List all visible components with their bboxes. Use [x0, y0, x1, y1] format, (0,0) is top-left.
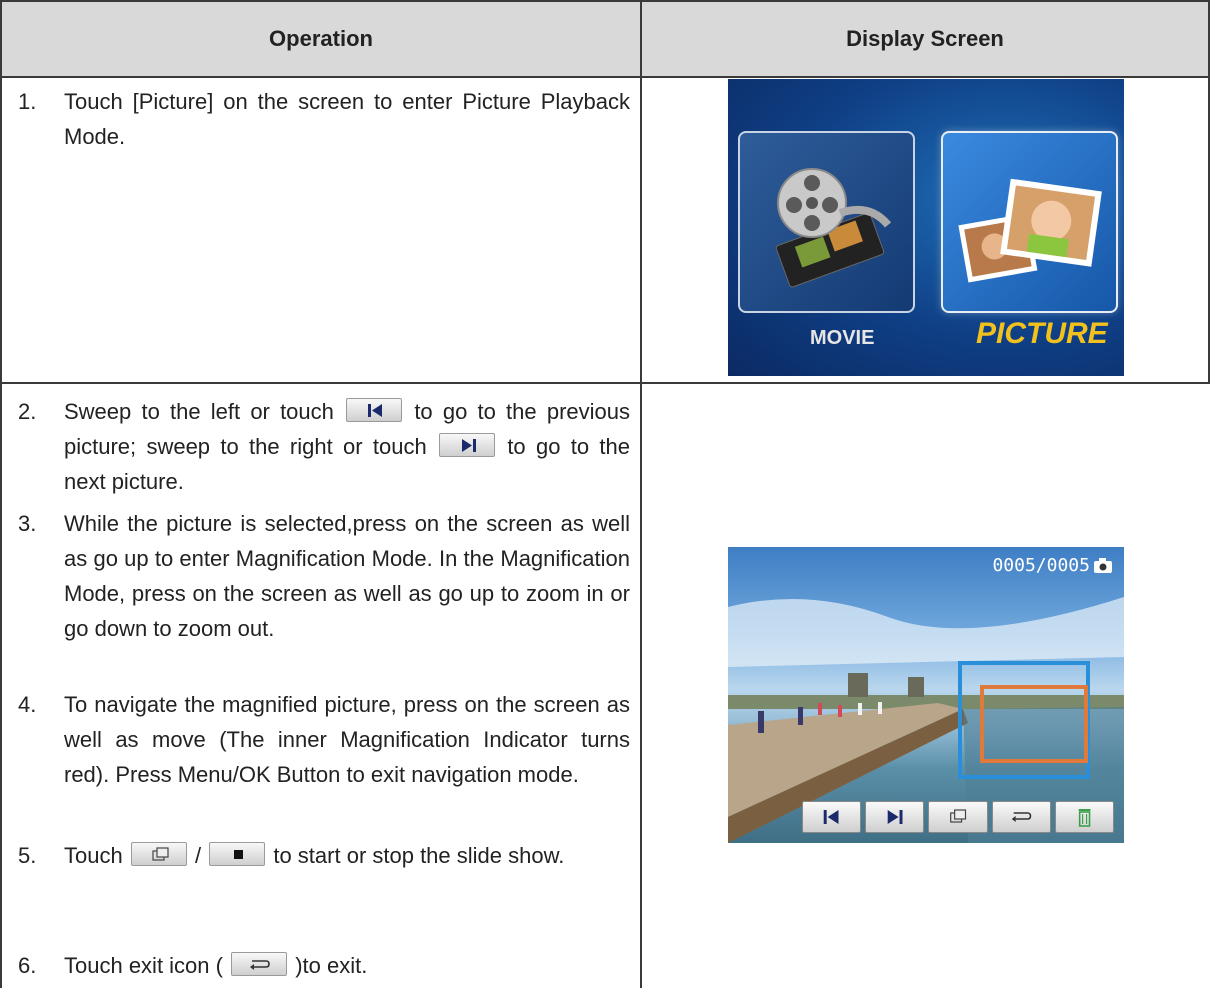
column-divider — [640, 0, 642, 988]
step-4: 4. To navigate the magnified picture, pr… — [18, 687, 630, 792]
step-text-part: to start or stop the slide show. — [273, 843, 565, 868]
next-button[interactable] — [865, 801, 925, 833]
movie-label: MOVIE — [810, 327, 875, 349]
slideshow-button[interactable] — [928, 801, 988, 833]
step-text-sep: / — [194, 843, 202, 868]
step-text: Touch / to start or stop the slide show. — [64, 838, 630, 873]
step-text-part: Touch exit icon ( — [64, 953, 223, 978]
step-number: 2. — [18, 399, 37, 424]
step-2: 2. Sweep to the left or touch to go to t… — [18, 394, 630, 499]
previous-button[interactable] — [802, 801, 862, 833]
step-text-part: )to exit. — [295, 953, 368, 978]
picture-tile — [941, 131, 1118, 313]
step-text: Touch exit icon ( )to exit. — [64, 948, 630, 983]
exit-icon — [231, 952, 288, 976]
step-text-part: Touch — [64, 843, 123, 868]
table-border-left — [0, 0, 2, 988]
picture-label: PICTURE — [976, 317, 1108, 350]
stop-icon — [209, 842, 266, 866]
playback-toolbar — [802, 801, 1115, 833]
film-reel-icon — [775, 168, 892, 288]
photo-scene — [728, 558, 1124, 843]
row-divider — [0, 382, 1210, 384]
file-counter: 0005/0005 — [992, 555, 1090, 576]
step-text: While the picture is selected,press on t… — [64, 511, 630, 641]
step-3: 3. While the picture is selected,press o… — [18, 506, 630, 646]
header-operation: Operation — [269, 26, 373, 51]
delete-button[interactable] — [1054, 801, 1115, 833]
step-text: To navigate the magnified picture, press… — [64, 692, 630, 787]
photos-icon — [958, 178, 1102, 283]
step-text-part: Sweep to the left or touch — [64, 399, 334, 424]
trash-icon — [1078, 809, 1091, 827]
exit-button[interactable] — [991, 801, 1051, 833]
step-6: 6. Touch exit icon ( )to exit. — [18, 948, 630, 983]
header-divider — [0, 76, 1210, 78]
playback-mode-screen: MOVIE PICTURE — [728, 79, 1124, 376]
step-number: 3. — [18, 511, 37, 536]
step-text: Sweep to the left or touch to go to the … — [64, 394, 630, 499]
step-text: Touch [Picture] on the screen to enter P… — [64, 89, 630, 149]
step-number: 5. — [18, 843, 37, 868]
next-icon — [439, 433, 495, 457]
header-display-screen: Display Screen — [846, 26, 1004, 51]
picture-playback-screen: 0005/0005 — [728, 547, 1124, 843]
operation-table: Operation Display Screen 1. Touch [Pictu… — [0, 0, 1210, 988]
camera-icon — [1094, 558, 1112, 573]
movie-tile — [738, 131, 915, 313]
step-number: 4. — [18, 692, 37, 717]
previous-icon — [346, 398, 403, 422]
step-1: 1. Touch [Picture] on the screen to ente… — [18, 84, 630, 154]
slideshow-icon — [130, 842, 187, 866]
slideshow-icon — [950, 809, 967, 823]
step-number: 6. — [18, 953, 37, 978]
step-number: 1. — [18, 89, 37, 114]
exit-icon — [1011, 812, 1031, 822]
next-icon — [887, 810, 903, 824]
previous-icon — [823, 810, 839, 824]
step-5: 5. Touch / to start or stop the slide sh… — [18, 838, 630, 873]
